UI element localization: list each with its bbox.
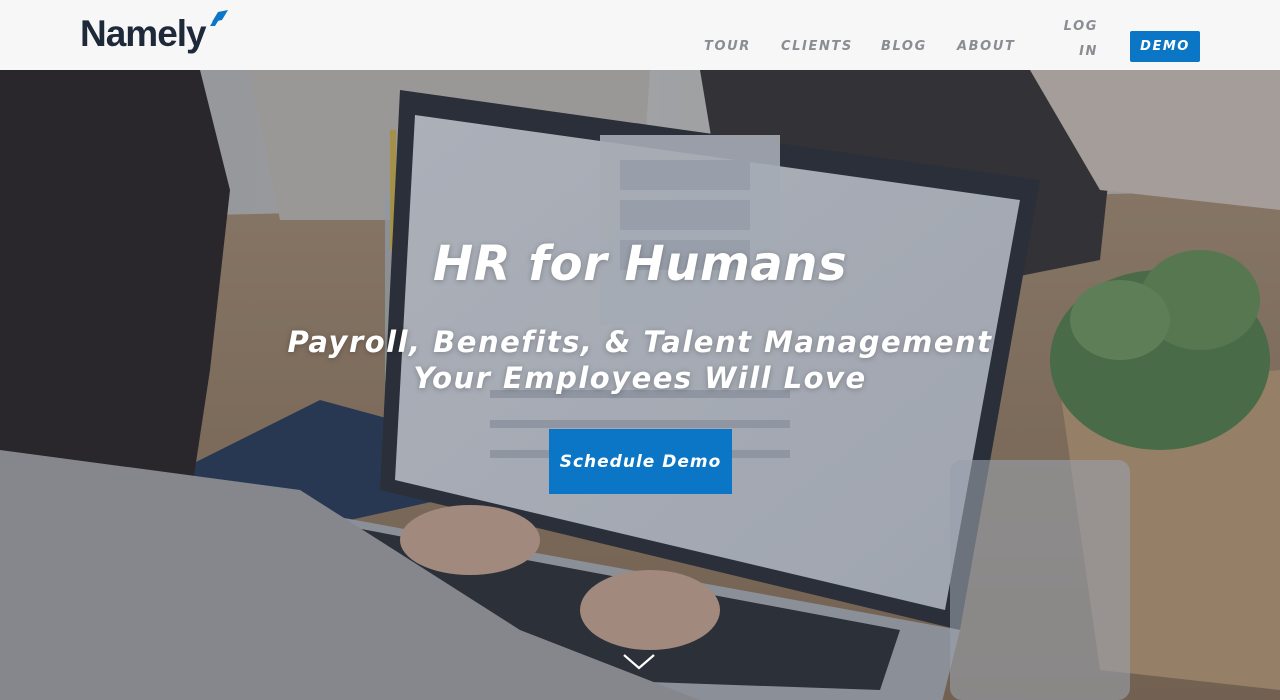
schedule-demo-button[interactable]: Schedule Demo [549, 429, 732, 494]
nav-about[interactable]: ABOUT [957, 39, 1015, 54]
site-header: Namely TOUR CLIENTS BLOG ABOUT LOG IN DE… [0, 0, 1280, 70]
hero-subtitle: Payroll, Benefits, & Talent Management Y… [287, 325, 993, 395]
nav-log-in-line1: LOG [1063, 19, 1098, 34]
hero-section: HR for Humans Payroll, Benefits, & Talen… [0, 70, 1280, 700]
nav-demo-button[interactable]: DEMO [1130, 31, 1200, 62]
nav-log-in[interactable]: LOG IN [1060, 14, 1098, 64]
main-nav: TOUR CLIENTS BLOG ABOUT LOG IN DEMO [80, 0, 1200, 70]
nav-tour[interactable]: TOUR [704, 39, 751, 54]
nav-clients[interactable]: CLIENTS [781, 39, 853, 54]
hero-title: HR for Humans [432, 236, 848, 292]
nav-blog[interactable]: BLOG [881, 39, 927, 54]
nav-log-in-line2: IN [1079, 44, 1098, 59]
chevron-down-icon[interactable] [622, 652, 656, 677]
